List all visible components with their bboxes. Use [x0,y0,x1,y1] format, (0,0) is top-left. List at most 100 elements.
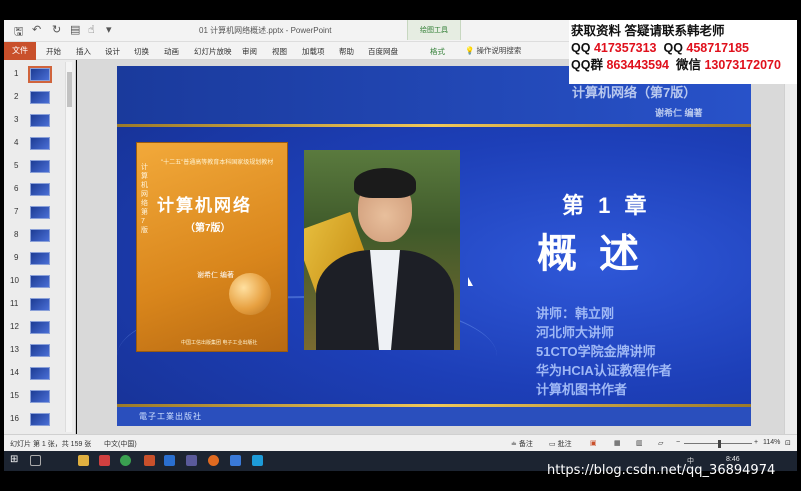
globe-icon [229,273,271,315]
tell-me-search[interactable]: 💡 操作说明搜索 [465,45,521,56]
lecturer-photo[interactable] [304,150,460,350]
comment-icon: ▭ [549,441,556,448]
book-cover-author: 谢希仁 编著 [197,272,234,279]
book-series-text: "十二五"普通高等教育本科国家级规划教材 [161,160,274,166]
book-cover-edition: （第7版） [185,223,231,234]
photo-hair [354,168,416,198]
tab-file[interactable]: 文件 [4,42,36,60]
slide-thumbnail-12[interactable] [30,321,50,334]
slide-book-title: 计算机网络（第7版） [572,85,697,100]
slide-thumbnail-13[interactable] [30,344,50,357]
zoom-out-icon[interactable]: − [676,439,680,446]
zoom-level[interactable]: 114% [763,439,780,446]
qq-group-number: 863443594 [606,58,670,72]
comments-button[interactable]: ▭ 批注 [549,439,572,449]
editor-scrollbar[interactable] [784,60,797,434]
reading-view-icon[interactable]: ▥ [636,439,643,447]
csdn-watermark: https://blog.csdn.net/qq_36894974 [547,463,776,478]
slide-thumbnail-9[interactable] [30,252,50,265]
app-icon[interactable] [99,455,110,466]
tab-animations[interactable]: 动画 [164,46,179,57]
thumbnail-number: 10 [10,276,19,285]
zoom-in-icon[interactable]: + [754,439,758,446]
tab-addins[interactable]: 加载项 [302,46,325,57]
start-from-beginning-icon[interactable]: ▤ [70,23,80,36]
customize-toolbar-icon[interactable]: ▾ [106,23,112,36]
tab-review[interactable]: 审阅 [242,46,257,57]
qq-number-1: 417357313 [593,41,657,55]
browser-icon[interactable] [120,455,131,466]
publisher-logo-text: 電子工業出版社 [139,412,202,421]
contact-qq-line: QQ 417357313 QQ 458717185 [571,40,797,57]
tab-home[interactable]: 开始 [46,46,61,57]
thumbnail-number: 3 [14,115,19,124]
task-view-icon[interactable] [30,455,41,466]
drawing-tools-context-tab: 绘图工具 [407,20,461,40]
slide-thumbnail-6[interactable] [30,183,50,196]
screen-frame: 🖫 ↶ ↻ ▤ ☝ ▾ 01 计算机网络概述.pptx - PowerPoint… [4,0,797,491]
app-icon-3[interactable] [186,455,197,466]
slideshow-view-icon[interactable]: ▱ [658,439,663,447]
app-icon-6[interactable] [252,455,263,466]
slide-thumbnail-4[interactable] [30,137,50,150]
tab-baidu-netdisk[interactable]: 百度网盘 [368,46,398,57]
fit-slide-icon[interactable]: ⊡ [785,439,791,447]
thumbnail-number: 11 [10,299,19,308]
slide-thumbnail-7[interactable] [30,206,50,219]
tab-view[interactable]: 视图 [272,46,287,57]
slide-thumbnail-3[interactable] [30,114,50,127]
app-icon-2[interactable] [164,455,175,466]
wechat-number: 13073172070 [704,58,781,72]
thumbnail-number: 15 [10,391,19,400]
slide-thumbnail-1[interactable] [28,66,52,83]
slide-thumbnail-5[interactable] [30,160,50,173]
slide-sorter-icon[interactable]: ▦ [614,439,621,447]
slide-thumbnail-10[interactable] [30,275,50,288]
document-title: 01 计算机网络概述.pptx - PowerPoint [199,26,332,35]
zoom-slider-knob[interactable] [718,440,721,448]
notes-button[interactable]: ≐ 备注 [511,439,533,449]
lecturer-line: 计算机图书作者 [536,382,628,397]
tab-transitions[interactable]: 切换 [134,46,149,57]
slide-thumbnail-11[interactable] [30,298,50,311]
language-indicator[interactable]: 中文(中国) [104,439,137,449]
touch-mode-icon[interactable]: ☝ [88,23,95,36]
scrollbar-thumb[interactable] [67,72,72,107]
file-explorer-icon[interactable] [78,455,89,466]
save-icon[interactable]: 🖫 [14,23,23,42]
current-slide[interactable]: 计算机网络（第7版） 谢希仁 编著 "十二五"普通高等教育本科国家级规划教材 计… [117,66,751,426]
windows-start-icon[interactable]: ⊞ [10,454,21,465]
tab-insert[interactable]: 插入 [76,46,91,57]
qq-number-2: 458717185 [686,41,749,55]
lecturer-line: 华为HCIA认证教程作者 [536,363,672,378]
book-cover-image[interactable]: "十二五"普通高等教育本科国家级规划教材 计算机网络 第7版 计算机网络 （第7… [136,142,288,352]
slide-thumbnail-8[interactable] [30,229,50,242]
taskbar-clock[interactable]: 8:46 [726,456,740,463]
tab-format[interactable]: 格式 [430,46,445,57]
app-icon-4[interactable] [208,455,219,466]
tab-help[interactable]: 帮助 [339,46,354,57]
slide-thumbnail-16[interactable] [30,413,50,426]
slide-thumbnail-2[interactable] [30,91,50,104]
normal-view-icon[interactable]: ▣ [590,439,597,447]
notes-label: 备注 [518,441,533,448]
redo-icon[interactable]: ↻ [52,23,61,36]
slide-thumbnail-15[interactable] [30,390,50,403]
slide-thumbnail-14[interactable] [30,367,50,380]
tab-design[interactable]: 设计 [105,46,120,57]
contact-overlay: 获取资料 答疑请联系韩老师 QQ 417357313 QQ 458717185 … [569,20,797,84]
thumbnail-number: 1 [14,69,19,78]
powerpoint-icon[interactable] [144,455,155,466]
undo-icon[interactable]: ↶ [32,23,41,36]
status-bar: 幻灯片 第 1 张，共 159 张 中文(中国) ≐ 备注 ▭ 批注 ▣ ▦ ▥… [4,434,797,451]
app-icon-5[interactable] [230,455,241,466]
thumbnail-number: 7 [14,207,19,216]
chapter-label: 第 1 章 [562,193,651,218]
contact-heading: 获取资料 答疑请联系韩老师 [571,24,725,38]
slide-counter: 幻灯片 第 1 张，共 159 张 [10,441,92,448]
thumbnail-number: 6 [14,184,19,193]
slide-gold-divider [117,124,751,127]
tab-slideshow[interactable]: 幻灯片放映 [194,46,232,57]
thumbnails-scrollbar[interactable] [65,62,72,432]
qq-label: QQ [663,41,683,55]
